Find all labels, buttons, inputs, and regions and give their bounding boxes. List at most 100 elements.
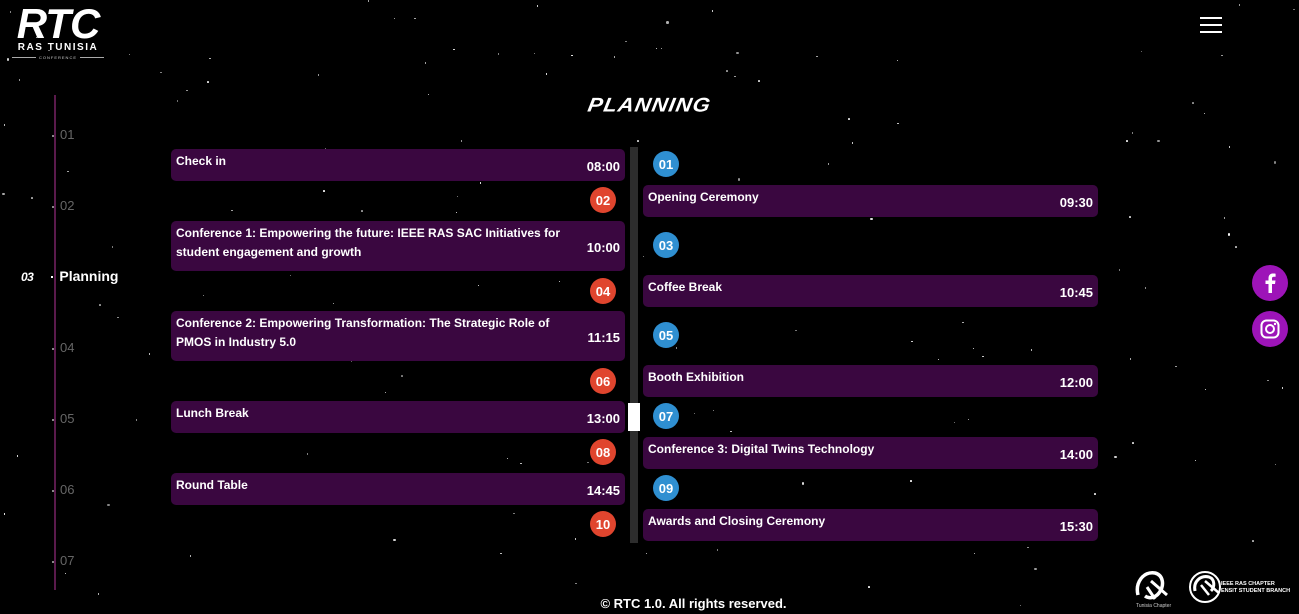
- star: [1030, 349, 1033, 351]
- event-time: 14:45: [586, 482, 620, 498]
- event-time: 11:15: [587, 329, 620, 345]
- star: [558, 280, 561, 283]
- star: [1194, 459, 1197, 462]
- event-card-check-in: Check in 08:00: [171, 149, 625, 181]
- star: [148, 353, 151, 355]
- event-title: Check in: [176, 154, 227, 168]
- star: [1252, 540, 1254, 542]
- instagram-icon: [1260, 319, 1280, 339]
- event-number-badge: 01: [653, 151, 679, 177]
- event-card-conference-1: Conference 1: Empowering the future: IEE…: [171, 221, 625, 271]
- hamburger-menu-icon[interactable]: [1200, 17, 1222, 35]
- side-nav-item-06[interactable]: 06: [52, 482, 74, 497]
- instagram-button[interactable]: [1252, 311, 1288, 347]
- star: [571, 54, 573, 57]
- event-number-badge: 07: [653, 403, 679, 429]
- star: [1228, 146, 1231, 148]
- star: [117, 316, 119, 319]
- star: [734, 75, 736, 78]
- star: [1132, 442, 1134, 444]
- star: [520, 462, 522, 465]
- side-nav-item-05[interactable]: 05: [52, 411, 74, 426]
- event-card-conference-3: Conference 3: Digital Twins Technology 1…: [643, 437, 1098, 469]
- star: [513, 512, 515, 515]
- star: [1221, 54, 1223, 56]
- timeline-progress-indicator: [628, 403, 640, 431]
- star: [982, 355, 984, 357]
- star: [1140, 50, 1143, 53]
- event-title: Booth Exhibition: [648, 370, 744, 384]
- star: [660, 47, 663, 50]
- side-nav-item-planning[interactable]: 03 Planning: [21, 268, 118, 284]
- event-number-badge: 02: [590, 187, 616, 213]
- event-title: Opening Ceremony: [648, 190, 759, 204]
- star: [827, 163, 830, 165]
- event-number-badge: 05: [653, 322, 679, 348]
- star: [795, 329, 797, 332]
- side-nav-item-02[interactable]: 02: [52, 198, 74, 213]
- star: [111, 246, 114, 248]
- facebook-button[interactable]: [1252, 265, 1288, 301]
- star: [506, 457, 509, 460]
- event-time: 10:00: [586, 239, 620, 255]
- star: [401, 375, 403, 377]
- star: [460, 140, 463, 142]
- star: [31, 197, 33, 199]
- star: [545, 73, 548, 75]
- logo-main-text: RTC: [16, 0, 101, 47]
- star: [317, 74, 320, 76]
- star: [911, 340, 913, 343]
- event-card-awards-closing: Awards and Closing Ceremony 15:30: [643, 509, 1098, 541]
- rtc-logo[interactable]: RTC RAS TUNISIA CONFERENCE: [12, 0, 104, 61]
- star: [1204, 388, 1207, 391]
- event-title: Round Table: [176, 478, 248, 492]
- timeline-track: [630, 147, 638, 543]
- star: [2, 192, 5, 196]
- star: [575, 582, 577, 585]
- star: [1126, 140, 1128, 142]
- star: [848, 118, 850, 120]
- side-nav-item-07[interactable]: 07: [52, 553, 74, 568]
- star: [135, 419, 138, 421]
- event-time: 14:00: [1059, 446, 1093, 462]
- logo-sub-text: RAS TUNISIA: [17, 42, 99, 53]
- star: [1034, 567, 1037, 571]
- star: [870, 217, 873, 221]
- star: [453, 48, 455, 51]
- star: [645, 552, 648, 555]
- event-number-badge: 10: [590, 511, 616, 537]
- star: [3, 124, 6, 126]
- star: [642, 255, 645, 258]
- star: [666, 21, 669, 24]
- side-nav-item-04[interactable]: 04: [52, 340, 74, 355]
- ieee-ras-ensit-logo: IEEE RAS CHAPTER ENSIT STUDENT BRANCH: [1189, 571, 1290, 603]
- star: [816, 55, 818, 58]
- star: [1157, 139, 1160, 143]
- star: [424, 62, 427, 64]
- side-nav-item-01[interactable]: 01: [52, 127, 74, 142]
- star: [716, 549, 719, 551]
- event-number-badge: 08: [590, 439, 616, 465]
- footer-copyright: © RTC 1.0. All rights reserved.: [600, 596, 787, 611]
- star: [536, 5, 539, 7]
- star: [479, 182, 482, 184]
- star: [16, 455, 18, 457]
- facebook-icon: [1265, 273, 1276, 293]
- star: [533, 52, 536, 55]
- star: [655, 47, 658, 50]
- event-time: 10:45: [1059, 284, 1093, 300]
- star: [972, 347, 975, 350]
- page-title: Planning: [586, 93, 714, 116]
- star: [1267, 379, 1269, 382]
- star: [323, 190, 325, 192]
- star: [209, 57, 211, 60]
- event-number-badge: 09: [653, 475, 679, 501]
- star: [189, 555, 192, 557]
- star: [1274, 463, 1277, 466]
- star: [3, 513, 6, 515]
- star: [693, 412, 696, 415]
- star: [1131, 132, 1134, 134]
- event-title: Lunch Break: [176, 406, 249, 420]
- logo-tag-text: CONFERENCE: [12, 55, 104, 60]
- event-time: 15:30: [1059, 518, 1093, 534]
